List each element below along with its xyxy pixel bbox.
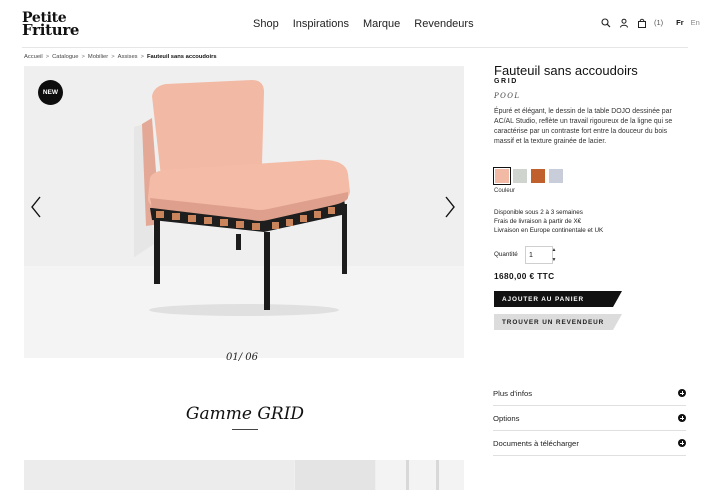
chevron-up-icon[interactable]: ▲ — [552, 247, 557, 253]
breadcrumb-catalogue[interactable]: Catalogue — [52, 54, 78, 60]
product-designer[interactable]: POOL — [494, 92, 520, 100]
range-image[interactable] — [376, 460, 464, 490]
shipping-availability: Disponible sous 2 à 3 semaines — [494, 209, 583, 216]
color-swatches — [493, 167, 563, 185]
breadcrumb-separator: > — [81, 54, 85, 60]
accordion-downloads[interactable]: Documents à télécharger — [493, 431, 686, 456]
shipping-info: Disponible sous 2 à 3 semaines Frais de … — [494, 208, 603, 236]
nav-marque[interactable]: Marque — [363, 18, 400, 30]
gallery-next-button[interactable] — [442, 194, 458, 220]
gallery-current: 01 — [226, 352, 239, 363]
accordion-label: Documents à télécharger — [493, 438, 579, 448]
shipping-region: Livraison en Europe continentale et UK — [494, 227, 604, 235]
range-image[interactable] — [24, 460, 294, 490]
range-divider — [232, 429, 258, 430]
breadcrumb: Accueil > Catalogue > Mobilier > Assises… — [24, 54, 217, 60]
range-image[interactable] — [295, 460, 375, 490]
swatch-lavender[interactable] — [549, 169, 563, 183]
accordion-options[interactable]: Options — [493, 406, 686, 431]
range-images-strip — [24, 460, 464, 490]
swatch-sage[interactable] — [513, 169, 527, 183]
accordion-more-info[interactable]: Plus d'infos — [493, 381, 686, 406]
quantity-stepper[interactable]: ▲ ▼ — [550, 247, 558, 263]
chevron-down-icon[interactable]: ▼ — [552, 257, 557, 263]
add-to-cart-button[interactable]: AJOUTER AU PANIER — [494, 291, 622, 307]
breadcrumb-separator: > — [111, 54, 115, 60]
chevron-right-icon — [445, 196, 455, 218]
product-description: Épuré et élégant, le dessin de la table … — [494, 108, 673, 145]
header-actions: (1) Fr En — [600, 17, 700, 28]
find-dealer-button[interactable]: TROUVER UN REVENDEUR — [494, 314, 622, 330]
cart-count: (1) — [654, 18, 664, 27]
product-price: 1680,00 € TTC — [494, 271, 555, 281]
gallery-total: 06 — [245, 352, 259, 363]
breadcrumb-mobilier[interactable]: Mobilier — [88, 54, 108, 60]
quantity-label: Quantité — [494, 251, 518, 258]
swatch-pink[interactable] — [493, 167, 511, 185]
product-collection[interactable]: GRID — [494, 78, 518, 85]
main-nav: Shop Inspirations Marque Revendeurs — [253, 18, 474, 30]
nav-shop[interactable]: Shop — [253, 18, 279, 30]
accordion-label: Options — [493, 413, 520, 423]
bag-icon[interactable] — [636, 17, 647, 28]
brand-logo[interactable]: Petite Friture — [22, 11, 84, 39]
nav-inspirations[interactable]: Inspirations — [293, 18, 349, 30]
new-badge: NEW — [38, 80, 63, 105]
accordion-label: Plus d'infos — [493, 388, 533, 398]
swatch-label: Couleur — [494, 188, 516, 194]
shipping-fees: Frais de livraison à partir de X€ — [494, 218, 582, 226]
product-image-chair — [134, 80, 350, 316]
logo-line-2: Friture — [22, 21, 80, 39]
chevron-left-icon — [31, 196, 41, 218]
plus-icon[interactable] — [678, 439, 686, 447]
quantity-input[interactable]: 1 — [525, 246, 553, 264]
breadcrumb-current: Fauteuil sans accoudoirs — [146, 54, 217, 60]
product-accordion: Plus d'infos Options Documents à télécha… — [493, 381, 686, 456]
plus-icon[interactable] — [678, 414, 686, 422]
search-icon[interactable] — [600, 17, 611, 28]
product-title: Fauteuil sans accoudoirs — [494, 63, 638, 78]
breadcrumb-assises[interactable]: Assises — [118, 54, 138, 60]
swatch-terracotta[interactable] — [531, 169, 545, 183]
user-icon[interactable] — [618, 17, 629, 28]
product-gallery: NEW — [24, 66, 464, 358]
gallery-counter: 01/ 06 — [226, 352, 258, 363]
lang-fr[interactable]: Fr — [676, 18, 684, 27]
gallery-prev-button[interactable] — [28, 194, 44, 220]
lang-en[interactable]: En — [691, 18, 700, 27]
header-divider — [22, 47, 688, 48]
gallery-counter-separator: / — [238, 352, 243, 363]
nav-revendeurs[interactable]: Revendeurs — [414, 18, 473, 30]
breadcrumb-separator: > — [140, 54, 144, 60]
breadcrumb-home[interactable]: Accueil — [24, 54, 43, 60]
plus-icon[interactable] — [678, 389, 686, 397]
breadcrumb-separator: > — [45, 54, 50, 60]
range-title: Gamme GRID — [185, 404, 305, 424]
